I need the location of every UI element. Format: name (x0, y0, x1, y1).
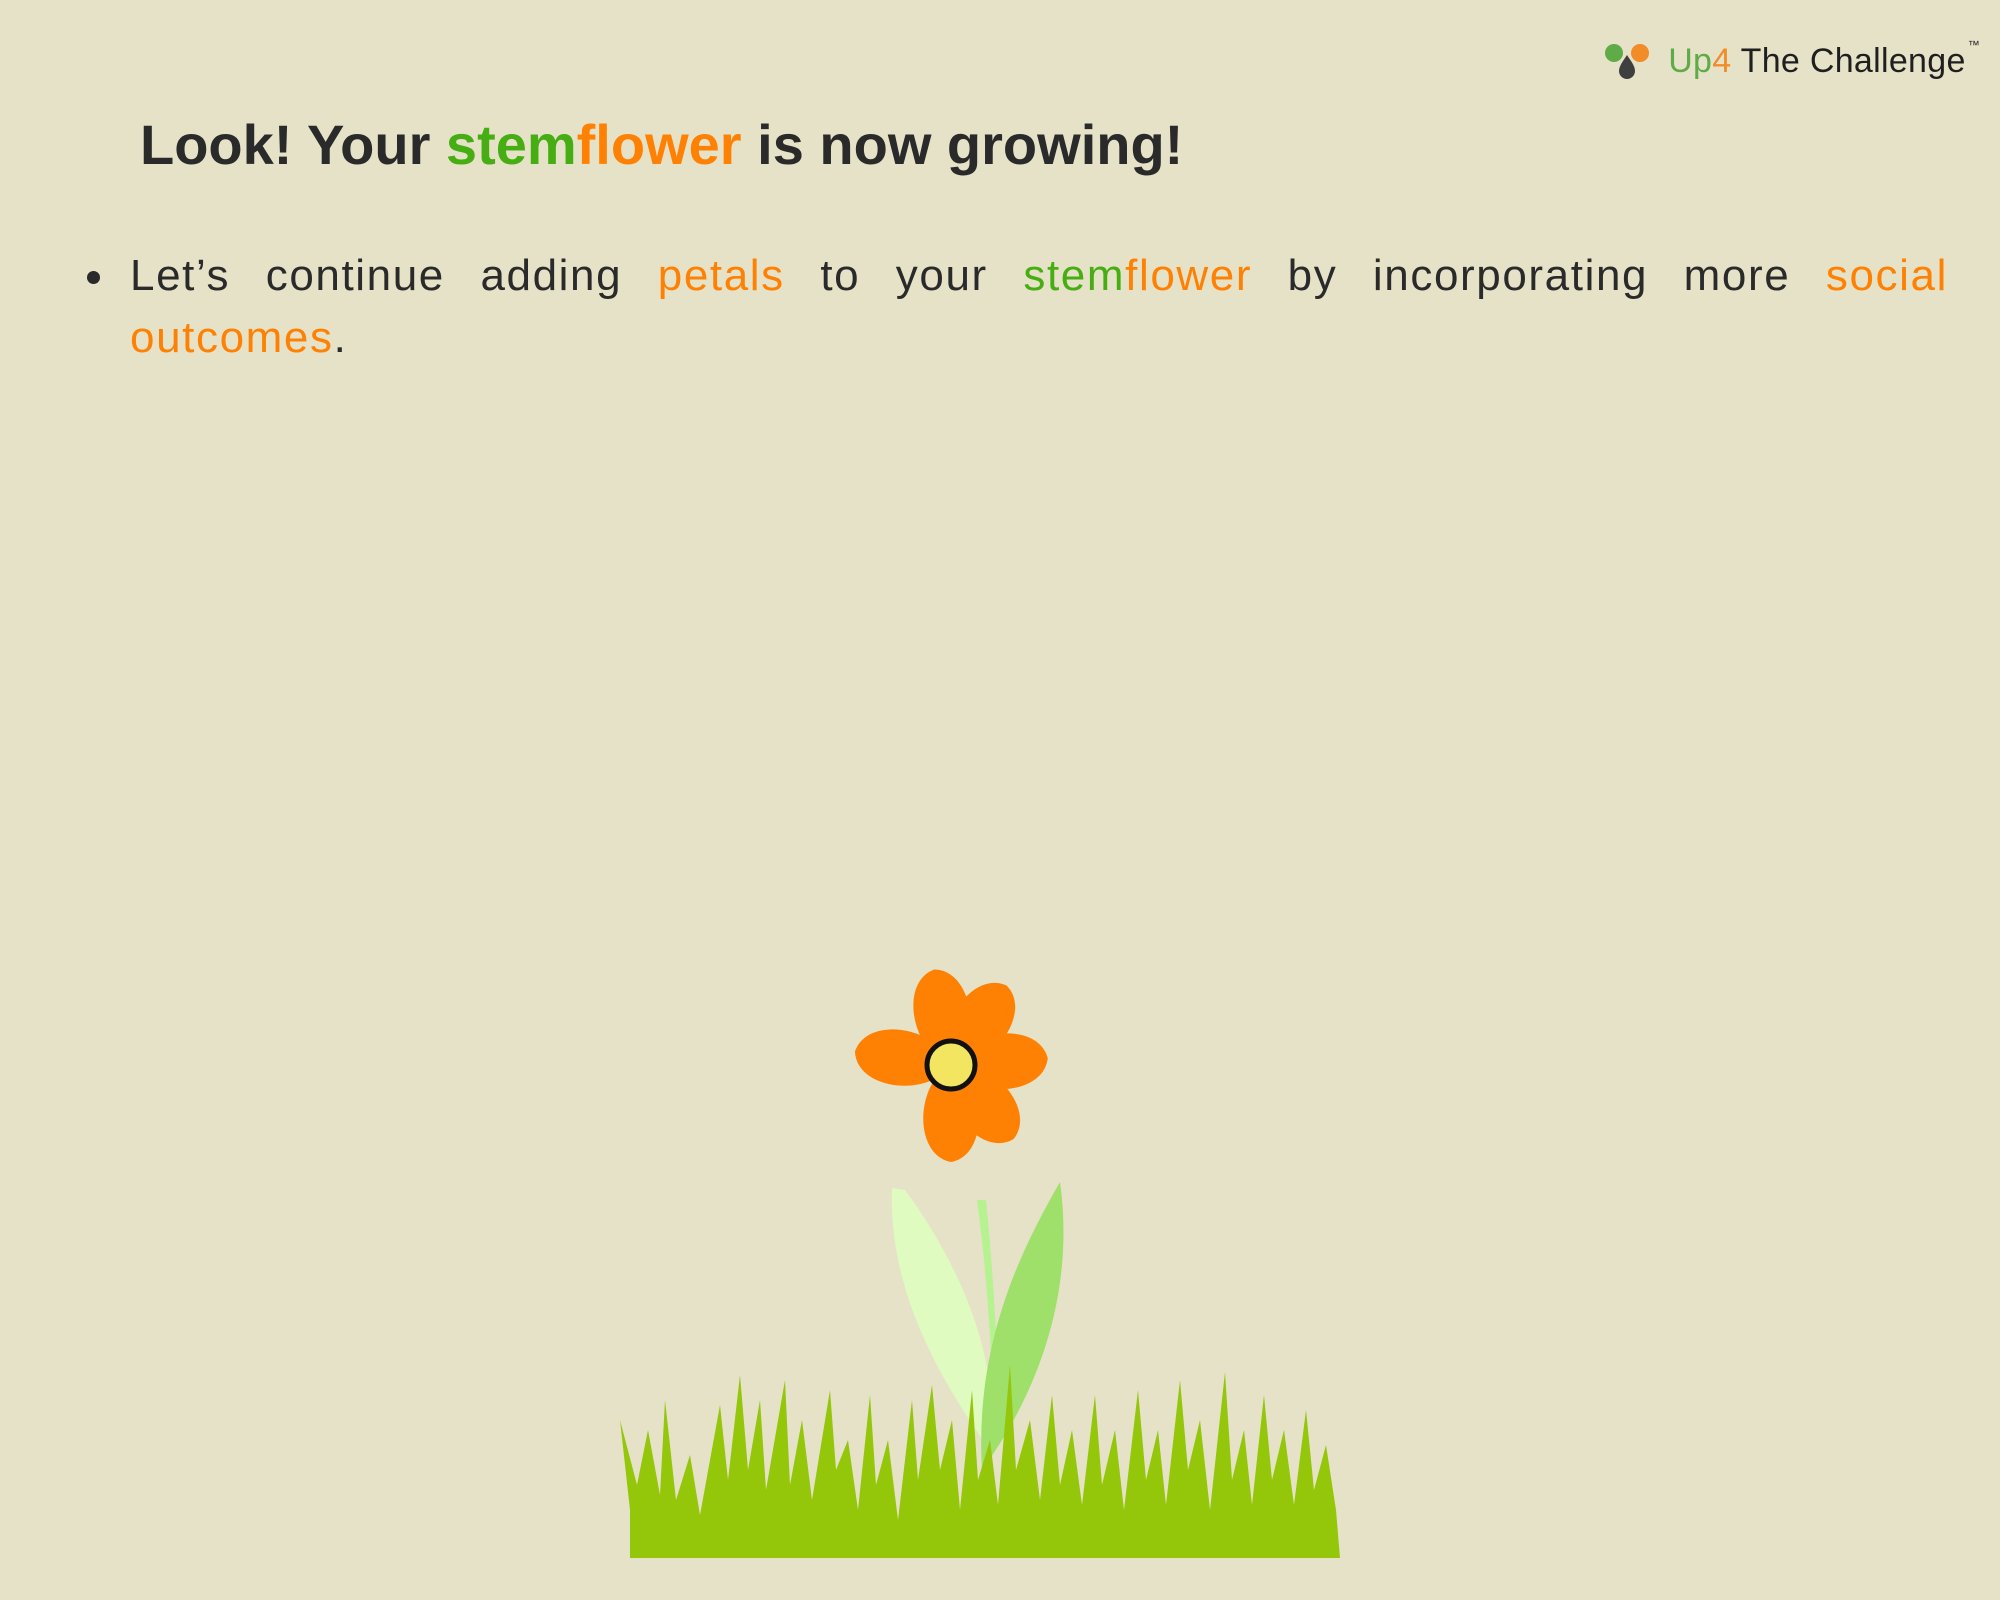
flower-in-grass-illustration (620, 969, 1340, 1558)
title-stem-word: stem (445, 113, 577, 176)
stem-and-leaves (891, 1182, 1064, 1470)
brand-logo: Up4 The Challenge ™ (1602, 38, 1980, 84)
title-suffix: is now growing! (741, 113, 1184, 176)
left-leaf-icon (891, 1188, 993, 1450)
instruction-text-3: by incorporating more (1252, 251, 1826, 300)
instruction-item: Let’s continue adding petals to your ste… (83, 245, 1948, 369)
stem-highlight: stem (1023, 251, 1126, 300)
instruction-list: Let’s continue adding petals to your ste… (83, 245, 1948, 369)
three-drops-logo-icon (1605, 44, 1650, 79)
brand-name-four: 4 (1712, 41, 1732, 80)
title-prefix: Look! Your (140, 113, 446, 176)
flower-center-icon (924, 1038, 978, 1092)
trademark-symbol: ™ (1967, 37, 1980, 52)
page-title: Look! Your stemflower is now growing! (140, 112, 1183, 177)
bullet-dot-icon (87, 271, 100, 284)
petals-highlight: petals (657, 251, 785, 300)
brand-name-up: Up (1668, 41, 1713, 80)
brand-name-rest: The Challenge (1731, 41, 1966, 80)
instruction-text-1: Let’s continue adding (130, 251, 658, 300)
instruction-text-4: . (333, 313, 348, 362)
flower-highlight: flower (1125, 251, 1253, 300)
brand-name: Up4 The Challenge ™ (1668, 38, 1980, 81)
title-flower-word: flower (576, 113, 742, 176)
instruction-text-2: to your (784, 251, 1024, 300)
